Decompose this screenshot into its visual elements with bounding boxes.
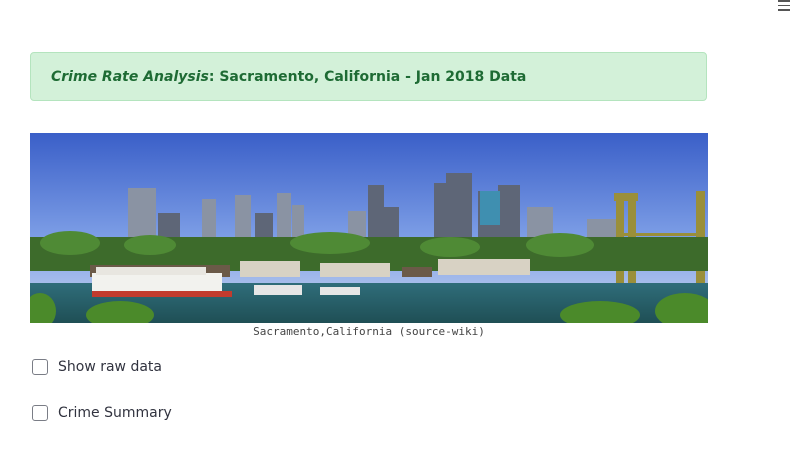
- crime-summary-checkbox[interactable]: Crime Summary: [32, 405, 172, 421]
- app-page: Crime Rate Analysis: Sacramento, Califor…: [0, 0, 800, 467]
- skyline-illustration: [30, 133, 708, 323]
- show-raw-data-checkbox[interactable]: Show raw data: [32, 359, 162, 375]
- crime-summary-label: Crime Summary: [58, 405, 172, 421]
- skyline-image: [30, 133, 708, 323]
- hamburger-menu-icon[interactable]: [772, 0, 796, 14]
- image-caption: Sacramento,California (source-wiki): [253, 325, 485, 338]
- title-banner: Crime Rate Analysis: Sacramento, Califor…: [30, 52, 707, 101]
- show-raw-data-label: Show raw data: [58, 359, 162, 375]
- checkbox-box[interactable]: [32, 359, 48, 375]
- checkbox-box[interactable]: [32, 405, 48, 421]
- banner-title-rest: : Sacramento, California - Jan 2018 Data: [208, 68, 527, 85]
- banner-title-italic: Crime Rate Analysis: [51, 68, 209, 85]
